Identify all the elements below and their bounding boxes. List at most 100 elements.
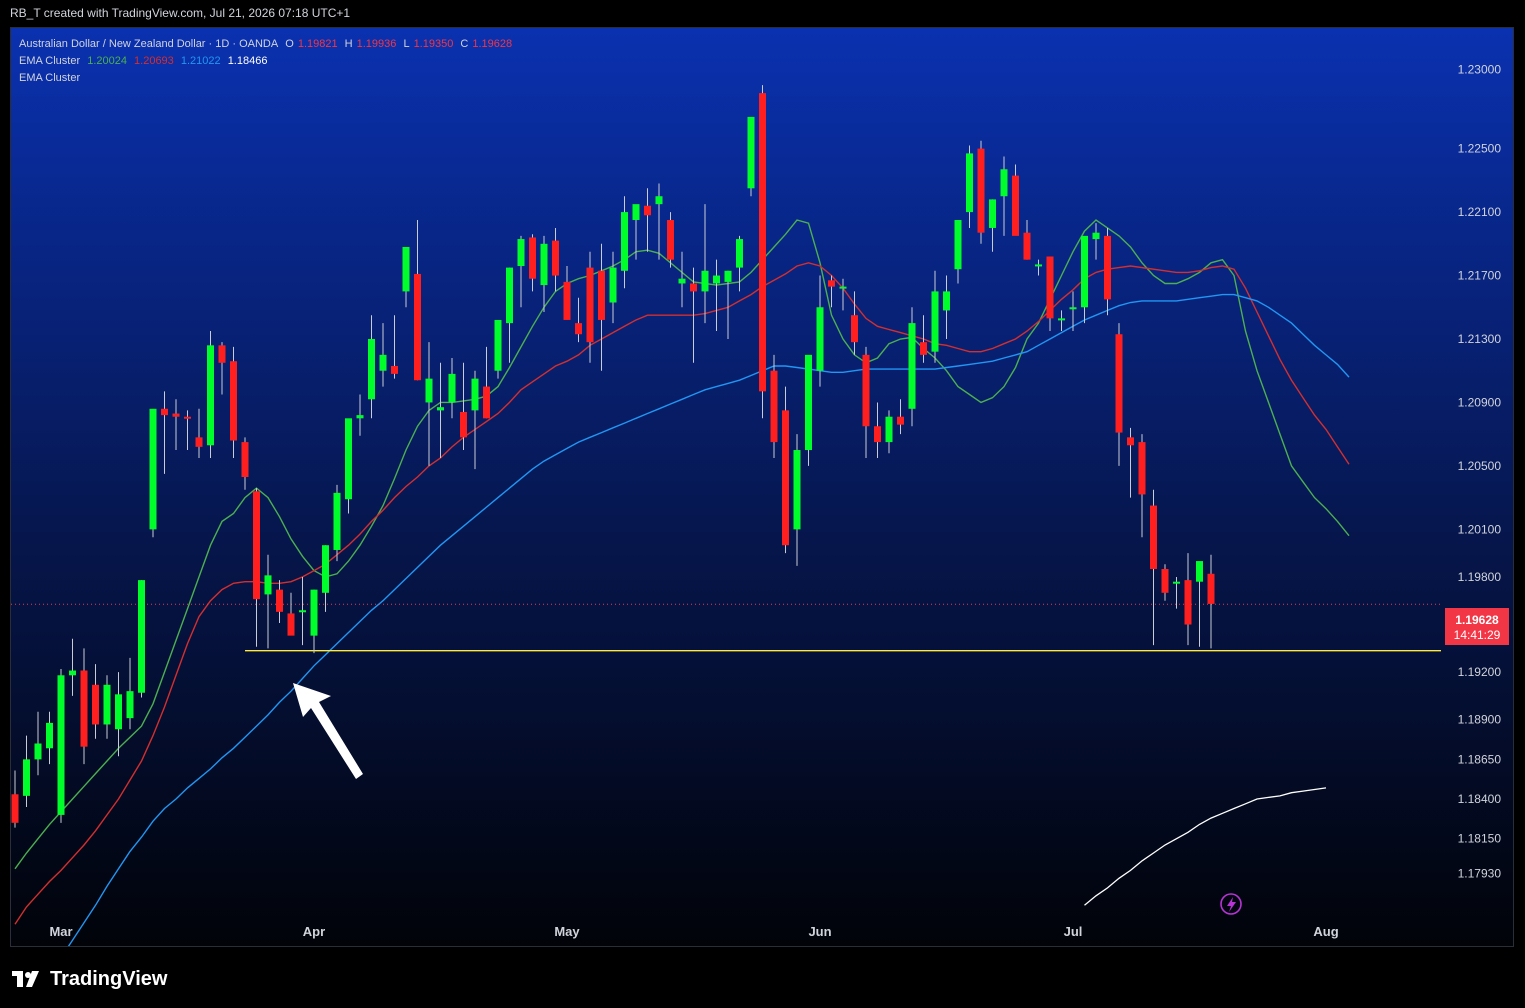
candle-body	[770, 370, 778, 443]
candle-body	[218, 345, 226, 363]
candle-body	[598, 270, 605, 320]
candle-body	[977, 148, 985, 233]
candle-body	[103, 684, 111, 725]
candle-body	[713, 275, 720, 284]
candle-body	[943, 291, 950, 311]
candle-body	[575, 323, 582, 335]
candle-body	[931, 291, 939, 352]
candle-body	[1081, 235, 1088, 308]
candle-body	[678, 278, 686, 284]
candle	[908, 307, 916, 427]
low-label: L	[403, 38, 410, 50]
candle	[333, 484, 341, 562]
candle-body	[1138, 442, 1146, 495]
legend-symbol-row[interactable]: Australian Dollar / New Zealand Dollar ·…	[19, 36, 516, 53]
candle-body	[885, 416, 893, 443]
candle-body	[345, 418, 352, 500]
price-tick-label: 1.18900	[1458, 713, 1502, 727]
price-tick-label: 1.20900	[1458, 395, 1502, 409]
candle-body	[126, 691, 134, 719]
candle-body	[276, 589, 283, 612]
candle	[345, 418, 352, 514]
ema-value-2: 1.20693	[134, 55, 174, 67]
candle-body	[1161, 569, 1169, 593]
candle-body	[655, 196, 663, 205]
low-value: 1.19350	[413, 38, 454, 50]
price-tick-label: 1.18150	[1458, 832, 1502, 846]
candle-body	[1023, 232, 1031, 260]
tradingview-footer: TradingView	[12, 964, 167, 994]
price-chart[interactable]: 1.23000 1.22500 1.22100 1.21700 1.21300 1.209…	[11, 28, 1514, 947]
candle-body	[816, 307, 824, 371]
candle-body	[414, 273, 421, 381]
candle-body	[195, 437, 203, 447]
symbol-title[interactable]: Australian Dollar / New Zealand Dollar ·…	[19, 38, 278, 50]
price-tick-label: 1.21300	[1458, 332, 1502, 346]
candle-body	[80, 670, 88, 747]
candle-body	[954, 220, 962, 270]
ema-value-3: 1.21022	[180, 55, 221, 67]
time-tick-label: May	[554, 924, 580, 939]
candle-body	[736, 239, 743, 268]
candle-body	[540, 243, 548, 286]
candle-body	[494, 319, 502, 371]
time-tick-label: Mar	[49, 924, 72, 939]
candle-body	[1069, 307, 1077, 310]
candle	[805, 354, 812, 466]
candle-body	[1035, 264, 1042, 267]
candle-body	[322, 545, 329, 593]
candle	[782, 386, 789, 554]
ema-title[interactable]: EMA Cluster	[19, 55, 80, 67]
candle-body	[805, 354, 812, 451]
candle-body	[437, 407, 444, 411]
candle-body	[644, 205, 651, 216]
time-tick-label: Jun	[808, 924, 831, 939]
candle-body	[207, 345, 214, 446]
candle-body	[506, 267, 513, 324]
candle-body	[667, 220, 674, 260]
bar-countdown: 14:41:29	[1454, 628, 1501, 642]
ema-value-1: 1.20024	[87, 55, 127, 67]
candle-body	[920, 342, 927, 355]
price-tick-label: 1.18400	[1458, 792, 1502, 806]
ema-value-4: 1.18466	[227, 55, 268, 67]
candle-body	[724, 270, 732, 282]
tradingview-brand: TradingView	[50, 967, 168, 990]
chart-panel[interactable]: 1.23000 1.22500 1.22100 1.21700 1.21300 1.209…	[10, 27, 1514, 947]
candle-body	[1000, 169, 1008, 197]
candle-body	[57, 675, 65, 815]
price-tick-label: 1.17930	[1458, 867, 1502, 881]
legend-ema-row-2[interactable]: EMA Cluster	[19, 70, 516, 87]
candle-body	[310, 589, 318, 636]
time-tick-label: Apr	[303, 924, 325, 939]
ema-title-2[interactable]: EMA Cluster	[19, 72, 80, 84]
candle-body	[1092, 232, 1100, 240]
candle-body	[460, 411, 467, 438]
close-value: 1.19628	[472, 38, 513, 50]
candle-body	[1184, 580, 1192, 625]
price-tick-label: 1.20100	[1458, 522, 1502, 536]
close-label: C	[460, 38, 469, 50]
candle-body	[368, 338, 375, 400]
candle-body	[483, 386, 490, 419]
time-tick-label: Aug	[1313, 924, 1338, 939]
candle-body	[552, 240, 559, 276]
candle-body	[1046, 256, 1054, 319]
candle-body	[839, 286, 847, 289]
time-tick-label: Jul	[1064, 924, 1083, 939]
candle-body	[1150, 505, 1157, 570]
candle	[138, 580, 145, 698]
open-label: O	[285, 38, 294, 50]
candle-body	[621, 212, 628, 271]
candle-body	[264, 575, 272, 595]
candle-body	[138, 580, 145, 693]
candle-body	[230, 361, 237, 441]
candle-body	[747, 116, 755, 189]
candle	[149, 408, 157, 538]
candle-body	[874, 426, 881, 443]
candle	[57, 668, 65, 823]
candle-body	[966, 153, 973, 213]
candle-body	[1058, 318, 1065, 321]
chart-legend: Australian Dollar / New Zealand Dollar ·…	[19, 36, 516, 87]
legend-ema-row[interactable]: EMA Cluster 1.20024 1.20693 1.21022 1.18…	[19, 53, 516, 70]
